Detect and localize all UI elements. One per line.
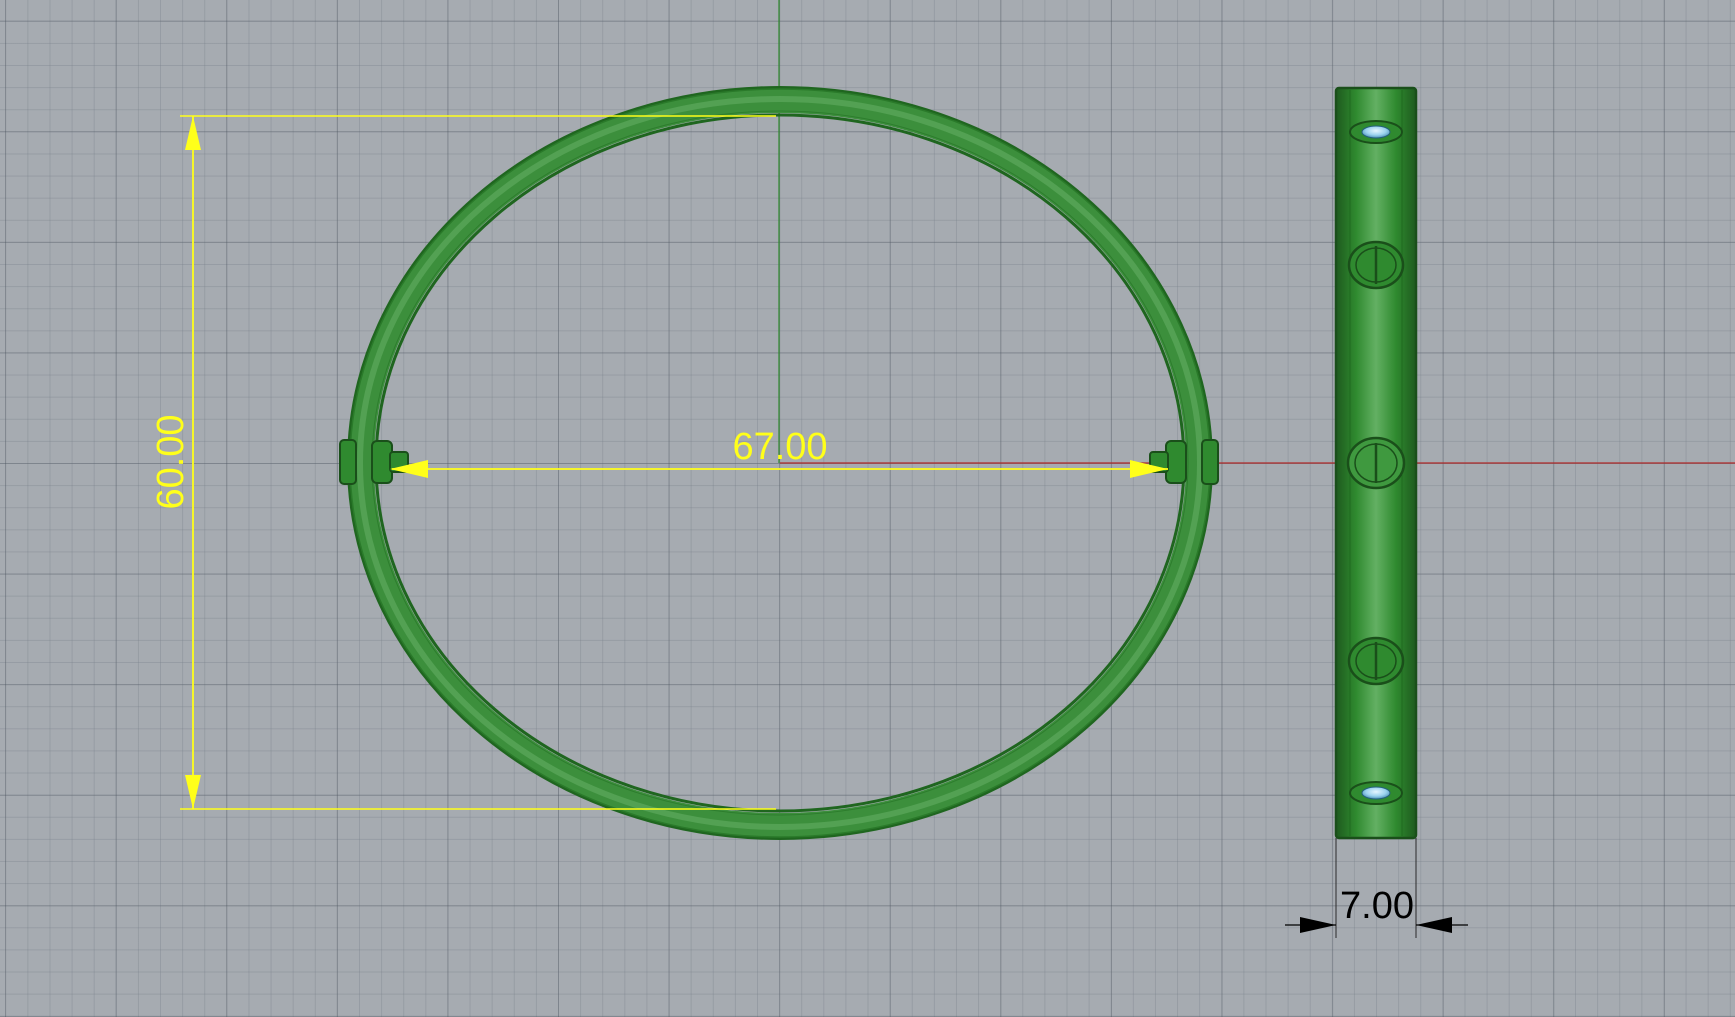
width-dimension-label: 67.00	[732, 426, 827, 468]
bangle-side-view[interactable]	[1334, 86, 1418, 840]
gem-bottom-icon	[1349, 781, 1403, 805]
gem-top-icon	[1349, 120, 1403, 144]
thickness-dimension-label: 7.00	[1340, 885, 1414, 927]
dimension-thickness[interactable]: 7.00	[1285, 838, 1468, 938]
dimension-width[interactable]: 67.00	[390, 426, 1168, 478]
cad-viewport[interactable]: 60.00 67.00 7.00	[0, 0, 1735, 1017]
viewport-scene[interactable]: 60.00 67.00 7.00	[0, 0, 1735, 1017]
screw-lower-icon	[1347, 636, 1405, 686]
height-dimension-label: 60.00	[150, 414, 192, 509]
right-hinge	[1149, 439, 1219, 485]
left-hinge	[339, 439, 409, 485]
screw-center-icon	[1346, 436, 1406, 490]
screw-upper-icon	[1347, 240, 1405, 290]
